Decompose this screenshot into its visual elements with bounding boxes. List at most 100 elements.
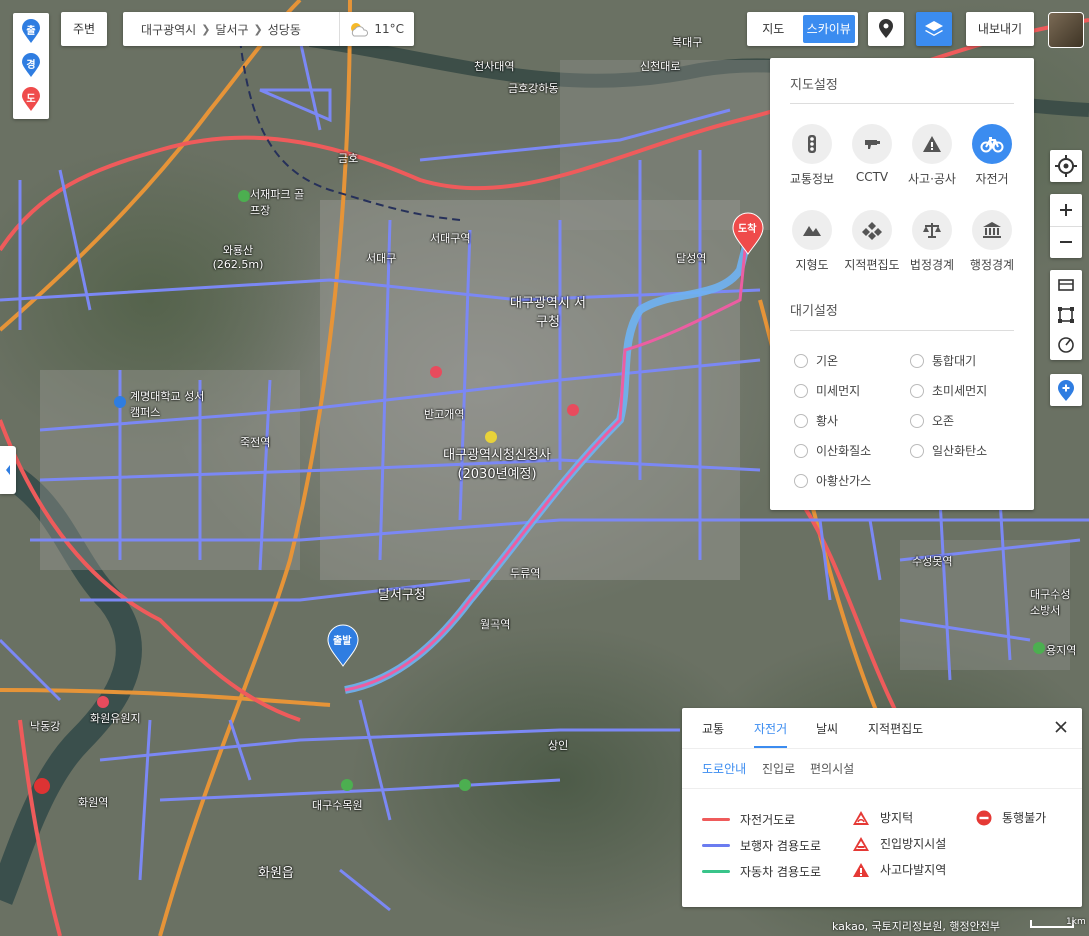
radio-yellow-dust[interactable]: 황사 (794, 412, 838, 429)
map-label: 금호강하동 (508, 82, 559, 95)
legend-pedestrian-road: 보행자 겸용도로 (702, 837, 821, 854)
pin-label: 도 (26, 94, 36, 105)
legend-speed-bump: 방지턱 (852, 809, 913, 826)
subtab-facilities[interactable]: 편의시설 (810, 760, 854, 777)
map-attribution: kakao, 국토지리정보원, 행정안전부 (832, 920, 1000, 933)
zoom-in-button[interactable] (1050, 194, 1082, 227)
layers-icon (925, 21, 943, 36)
start-marker-label: 출발 (333, 636, 352, 647)
option-cctv[interactable]: CCTV (840, 124, 904, 184)
map-type-skyview[interactable]: 스카이뷰 (802, 15, 855, 43)
waypoint-pin-button[interactable]: 경 (21, 53, 41, 77)
cctv-icon (865, 140, 880, 149)
poi-marker[interactable] (97, 696, 109, 708)
ruler-button[interactable] (1050, 270, 1082, 300)
legend-tabs: 교통 자전거 날씨 지적편집도 (682, 708, 1082, 749)
map-label: 상인 (548, 739, 569, 752)
map-type-map[interactable]: 지도 (747, 12, 800, 46)
zoom-out-button[interactable] (1050, 226, 1082, 258)
chevron-right-icon: ❯ (201, 22, 211, 36)
map-label: 대구광역시 서구청 (510, 296, 586, 330)
tab-traffic[interactable]: 교통 (702, 720, 724, 737)
close-button[interactable] (1052, 718, 1070, 736)
option-label: 자전거 (975, 172, 1009, 186)
radio-label: 기온 (816, 354, 839, 368)
option-label: 지형도 (795, 258, 829, 272)
plus-icon (1060, 204, 1072, 216)
tab-bicycle[interactable]: 자전거 (754, 720, 788, 748)
breadcrumb-city[interactable]: 대구광역시 (123, 21, 201, 38)
breadcrumb-dong[interactable]: 성당동 (263, 21, 306, 38)
map-label: 수성못역 (912, 555, 953, 568)
radio-so2[interactable]: 아황산가스 (794, 472, 871, 489)
map-label: 대구수성 소방서 (1030, 588, 1071, 617)
radio-ozone[interactable]: 오존 (910, 412, 954, 429)
radio-cai[interactable]: 통합대기 (910, 352, 976, 369)
chevron-right-icon: ❯ (253, 22, 263, 36)
radio-pm25[interactable]: 초미세먼지 (910, 382, 987, 399)
tab-weather[interactable]: 날씨 (816, 720, 838, 737)
map-label: 계명대학교 성서캠퍼스 (130, 390, 205, 419)
location-pin-button[interactable] (868, 12, 904, 46)
radio-label: 일산화탄소 (932, 444, 988, 458)
option-legal-boundary[interactable]: 법정경계 (900, 210, 964, 273)
poi-marker[interactable] (341, 779, 353, 791)
poi-marker[interactable] (1033, 642, 1045, 654)
tab-cadastral[interactable]: 지적편집도 (868, 720, 923, 737)
add-marker-button[interactable] (1050, 374, 1082, 406)
option-bicycle[interactable]: 자전거 (960, 124, 1024, 187)
poi-marker[interactable] (430, 366, 442, 378)
scale-label: 1km (1066, 917, 1086, 927)
map-label: 죽전역 (240, 436, 271, 449)
radio-co[interactable]: 일산화탄소 (910, 442, 987, 459)
map-label: 대구수목원 (312, 799, 363, 812)
option-label: 법정경계 (909, 258, 955, 272)
pin-label: 출 (26, 26, 36, 37)
option-terrain[interactable]: 지형도 (780, 210, 844, 273)
current-location-button[interactable] (1050, 150, 1082, 182)
poi-marker[interactable] (238, 190, 250, 202)
area-measure-icon (1058, 307, 1074, 323)
poi-marker[interactable] (567, 404, 579, 416)
collapse-sidebar-button[interactable] (0, 446, 16, 494)
map-label: 서대구역 (430, 232, 471, 245)
layers-button[interactable] (916, 12, 952, 46)
radio-pm10[interactable]: 미세먼지 (794, 382, 860, 399)
radio-no2[interactable]: 이산화질소 (794, 442, 871, 459)
area-button[interactable] (1050, 300, 1082, 330)
option-cadastral[interactable]: 지적편집도 (840, 210, 904, 273)
poi-marker[interactable] (459, 779, 471, 791)
subtab-road-guide[interactable]: 도로안내 (702, 760, 746, 777)
legend-barrier: 진입방지시설 (852, 835, 946, 852)
map-label: 용지역 (1046, 644, 1077, 657)
add-pin-icon (1058, 380, 1074, 401)
radius-button[interactable] (1050, 330, 1082, 360)
mountain-icon (803, 226, 821, 236)
map-label: 신천대로 (640, 60, 681, 73)
radio-label: 오존 (932, 414, 955, 428)
radio-temperature[interactable]: 기온 (794, 352, 838, 369)
map-label: 화원읍 (258, 866, 294, 881)
option-traffic[interactable]: 교통정보 (780, 124, 844, 187)
option-label: 사고·공사 (908, 172, 956, 186)
export-button[interactable]: 내보내기 (966, 12, 1034, 46)
around-button[interactable]: 주변 (61, 12, 107, 46)
highway (0, 688, 331, 707)
poi-marker[interactable] (114, 396, 126, 408)
legend-no-entry: 통행불가 (976, 809, 1046, 826)
option-accident[interactable]: 사고·공사 (900, 124, 964, 187)
subtab-entrance[interactable]: 진입로 (762, 760, 795, 777)
destination-pin-button[interactable]: 도 (21, 87, 41, 111)
route-pin-toolbar: 출 경 도 (13, 13, 49, 119)
avatar[interactable] (1048, 12, 1084, 48)
poi-marker[interactable] (485, 431, 497, 443)
legend-label: 통행불가 (1002, 811, 1047, 825)
cadastral-icon (862, 222, 882, 240)
start-pin-button[interactable]: 출 (21, 19, 41, 43)
weather-widget[interactable]: 11°C (339, 12, 414, 46)
map-label: 서재파크 골프장 (250, 188, 305, 217)
breadcrumb-district[interactable]: 달서구 (210, 21, 253, 38)
option-label: CCTV (855, 170, 889, 184)
partly-cloudy-icon (351, 23, 369, 37)
option-admin-boundary[interactable]: 행정경계 (960, 210, 1024, 273)
